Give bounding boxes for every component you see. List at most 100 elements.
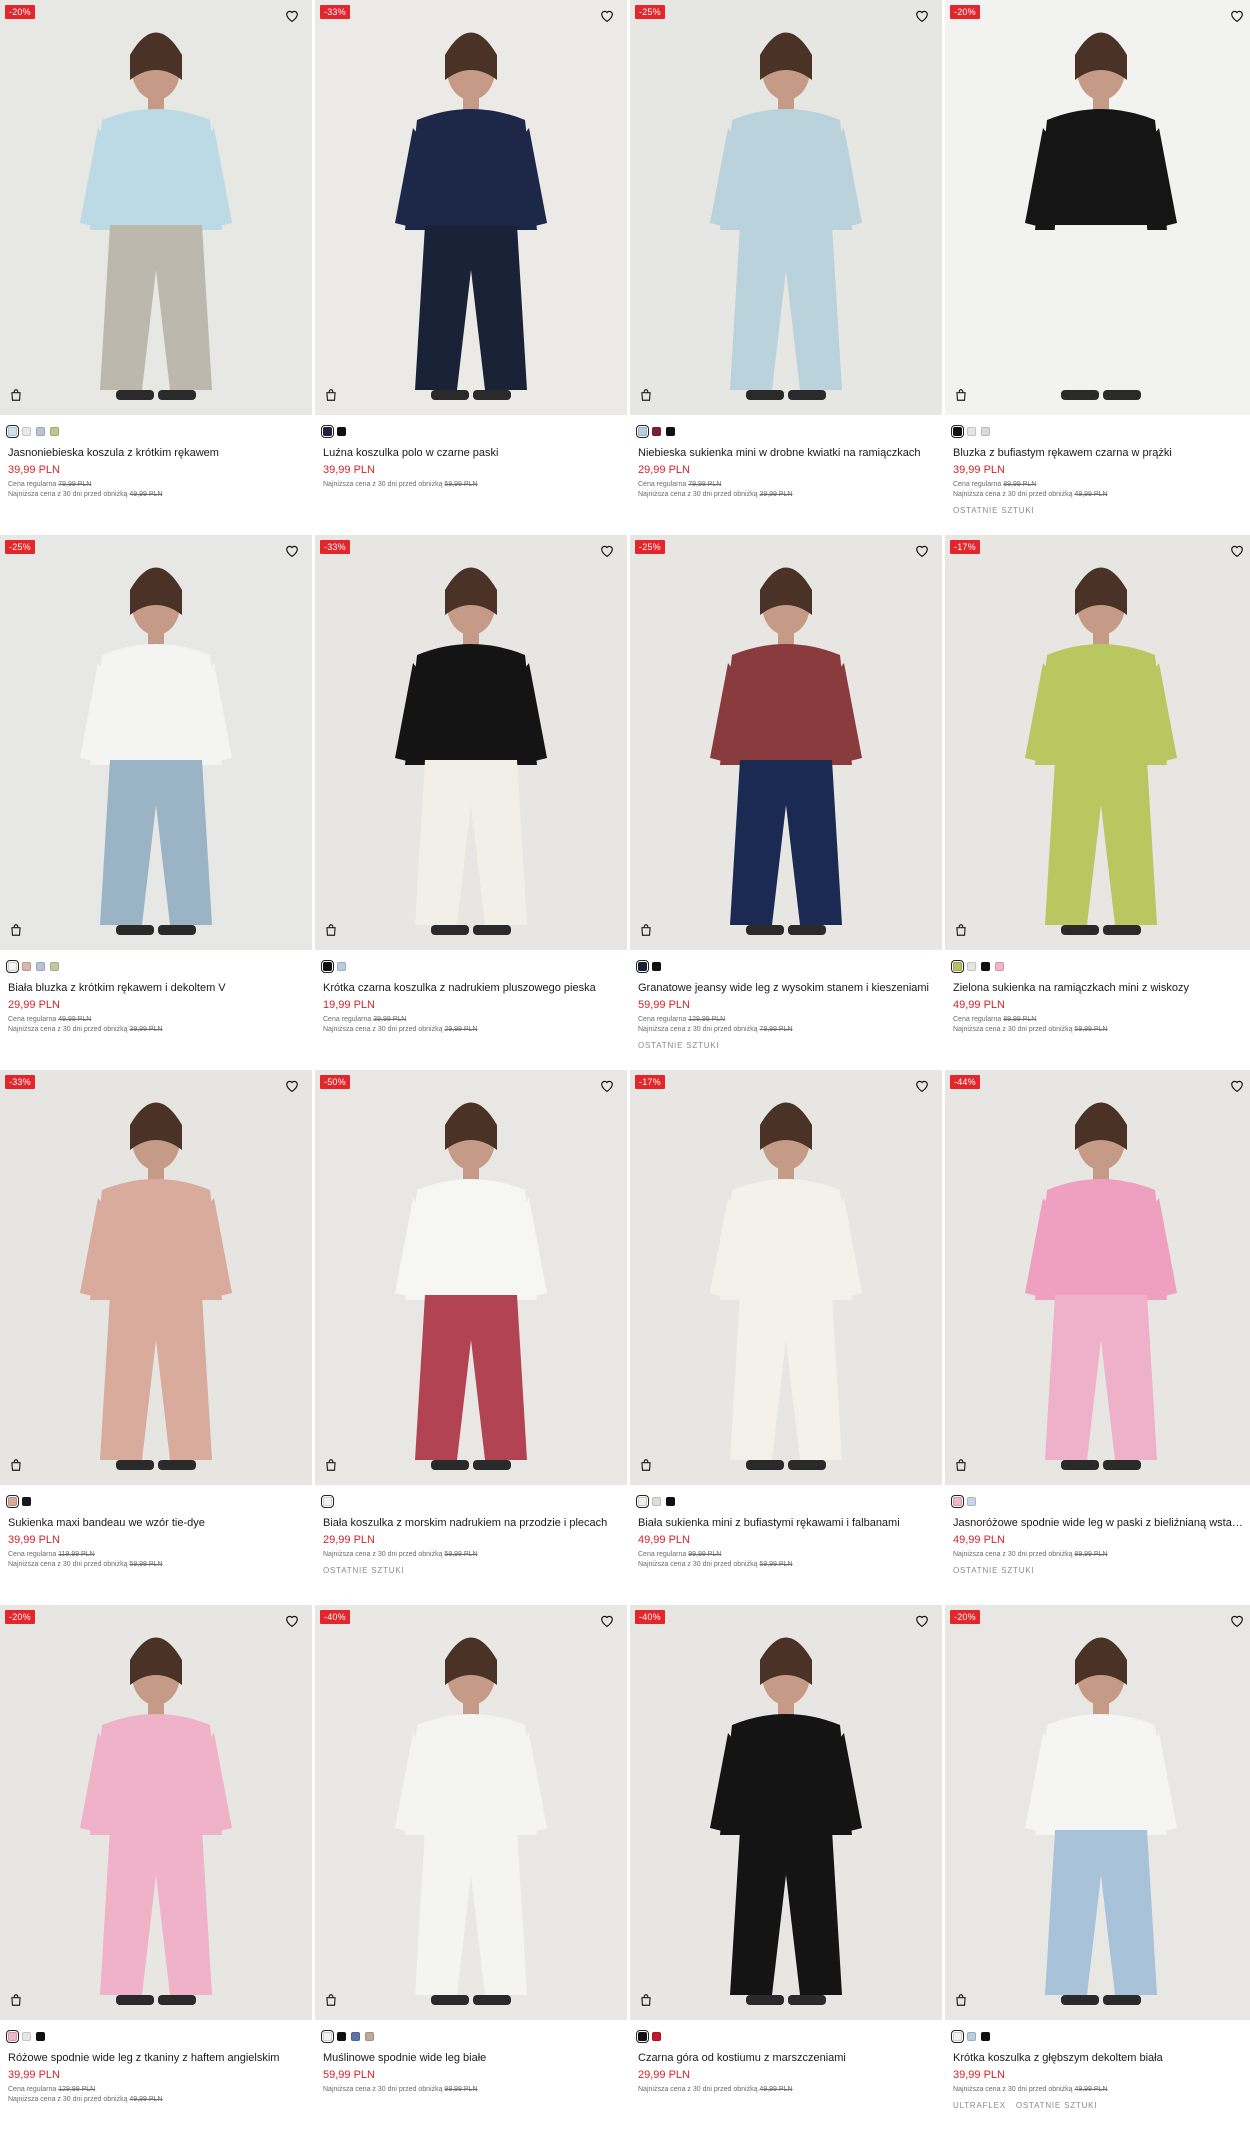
product-card[interactable]: -40% Czarna góra od kostiumu z marszczen… — [630, 1605, 942, 2140]
product-card[interactable]: -20% Różowe spodnie wide leg z tkaniny z… — [0, 1605, 312, 2140]
shopping-bag-icon[interactable] — [954, 923, 972, 941]
shopping-bag-icon[interactable] — [9, 1458, 27, 1476]
shopping-bag-icon[interactable] — [954, 388, 972, 406]
shopping-bag-icon[interactable] — [954, 1458, 972, 1476]
product-image[interactable]: -20% — [0, 0, 312, 415]
product-card[interactable]: -20% Bluzka z bufiastym rękawem czarna w… — [945, 0, 1250, 535]
color-swatch[interactable] — [666, 426, 675, 436]
color-swatch[interactable] — [6, 959, 19, 973]
product-name[interactable]: Sukienka maxi bandeau we wzór tie-dye — [8, 1516, 304, 1530]
shopping-bag-icon[interactable] — [9, 923, 27, 941]
product-name[interactable]: Różowe spodnie wide leg z tkaniny z haft… — [8, 2051, 304, 2065]
shopping-bag-icon[interactable] — [324, 923, 342, 941]
heart-icon[interactable] — [915, 1614, 933, 1632]
color-swatch[interactable] — [6, 2029, 19, 2043]
color-swatch[interactable] — [652, 426, 661, 436]
product-card[interactable]: -50% Biała koszulka z morskim nadrukiem … — [315, 1070, 627, 1605]
product-name[interactable]: Biała bluzka z krótkim rękawem i dekolte… — [8, 981, 304, 995]
product-card[interactable]: -44% Jasnoróżowe spodnie wide leg w pask… — [945, 1070, 1250, 1605]
product-card[interactable]: -33% Krótka czarna koszulka z nadrukiem … — [315, 535, 627, 1070]
heart-icon[interactable] — [1230, 544, 1248, 562]
heart-icon[interactable] — [285, 1079, 303, 1097]
color-swatch[interactable] — [22, 2031, 31, 2041]
color-swatch[interactable] — [636, 424, 649, 438]
product-card[interactable]: -25% Niebieska sukienka mini w drobne kw… — [630, 0, 942, 535]
product-card[interactable]: -33% Sukienka maxi bandeau we wzór tie-d… — [0, 1070, 312, 1605]
color-swatch[interactable] — [967, 2031, 976, 2041]
color-swatch[interactable] — [22, 961, 31, 971]
color-swatch[interactable] — [337, 2031, 346, 2041]
color-swatch[interactable] — [951, 424, 964, 438]
color-swatch[interactable] — [36, 961, 45, 971]
color-swatch[interactable] — [351, 2031, 360, 2041]
product-image[interactable]: -17% — [945, 535, 1250, 950]
product-card[interactable]: -17% Zielona sukienka na ramiączkach min… — [945, 535, 1250, 1070]
heart-icon[interactable] — [600, 544, 618, 562]
heart-icon[interactable] — [915, 544, 933, 562]
color-swatch[interactable] — [995, 961, 1004, 971]
product-name[interactable]: Biała sukienka mini z bufiastymi rękawam… — [638, 1516, 934, 1530]
shopping-bag-icon[interactable] — [639, 923, 657, 941]
color-swatch[interactable] — [951, 2029, 964, 2043]
color-swatch[interactable] — [967, 961, 976, 971]
product-card[interactable]: -40% Muślinowe spodnie wide leg białe 59… — [315, 1605, 627, 2140]
product-name[interactable]: Krótka czarna koszulka z nadrukiem plusz… — [323, 981, 619, 995]
product-card[interactable]: -20% Jasnoniebieska koszula z krótkim rę… — [0, 0, 312, 535]
heart-icon[interactable] — [1230, 1614, 1248, 1632]
shopping-bag-icon[interactable] — [324, 1458, 342, 1476]
product-name[interactable]: Jasnoróżowe spodnie wide leg w paski z b… — [953, 1516, 1249, 1530]
color-swatch[interactable] — [636, 959, 649, 973]
product-image[interactable]: -25% — [0, 535, 312, 950]
color-swatch[interactable] — [981, 2031, 990, 2041]
color-swatch[interactable] — [321, 959, 334, 973]
product-card[interactable]: -20% Krótka koszulka z głębszym dekoltem… — [945, 1605, 1250, 2140]
heart-icon[interactable] — [600, 1614, 618, 1632]
heart-icon[interactable] — [600, 9, 618, 27]
product-name[interactable]: Zielona sukienka na ramiączkach mini z w… — [953, 981, 1249, 995]
heart-icon[interactable] — [1230, 1079, 1248, 1097]
product-card[interactable]: -25% Biała bluzka z krótkim rękawem i de… — [0, 535, 312, 1070]
color-swatch[interactable] — [951, 959, 964, 973]
product-image[interactable]: -33% — [315, 0, 627, 415]
product-name[interactable]: Czarna góra od kostiumu z marszczeniami — [638, 2051, 934, 2065]
color-swatch[interactable] — [652, 1496, 661, 1506]
color-swatch[interactable] — [951, 1494, 964, 1508]
product-name[interactable]: Bluzka z bufiastym rękawem czarna w prąż… — [953, 446, 1249, 460]
color-swatch[interactable] — [981, 426, 990, 436]
product-image[interactable]: -25% — [630, 0, 942, 415]
product-name[interactable]: Muślinowe spodnie wide leg białe — [323, 2051, 619, 2065]
heart-icon[interactable] — [1230, 9, 1248, 27]
color-swatch[interactable] — [337, 961, 346, 971]
color-swatch[interactable] — [22, 426, 31, 436]
color-swatch[interactable] — [36, 426, 45, 436]
product-name[interactable]: Niebieska sukienka mini w drobne kwiatki… — [638, 446, 934, 460]
shopping-bag-icon[interactable] — [639, 1458, 657, 1476]
color-swatch[interactable] — [666, 1496, 675, 1506]
color-swatch[interactable] — [337, 426, 346, 436]
product-image[interactable]: -33% — [315, 535, 627, 950]
product-image[interactable]: -50% — [315, 1070, 627, 1485]
color-swatch[interactable] — [652, 961, 661, 971]
color-swatch[interactable] — [321, 2029, 334, 2043]
product-image[interactable]: -44% — [945, 1070, 1250, 1485]
product-card[interactable]: -25% Granatowe jeansy wide leg z wysokim… — [630, 535, 942, 1070]
color-swatch[interactable] — [6, 1494, 19, 1508]
color-swatch[interactable] — [967, 1496, 976, 1506]
color-swatch[interactable] — [6, 424, 19, 438]
shopping-bag-icon[interactable] — [954, 1993, 972, 2011]
product-name[interactable]: Granatowe jeansy wide leg z wysokim stan… — [638, 981, 934, 995]
heart-icon[interactable] — [600, 1079, 618, 1097]
color-swatch[interactable] — [636, 1494, 649, 1508]
color-swatch[interactable] — [36, 2031, 45, 2041]
color-swatch[interactable] — [981, 961, 990, 971]
product-image[interactable]: -40% — [315, 1605, 627, 2020]
heart-icon[interactable] — [285, 544, 303, 562]
product-image[interactable]: -25% — [630, 535, 942, 950]
product-image[interactable]: -20% — [0, 1605, 312, 2020]
product-image[interactable]: -20% — [945, 0, 1250, 415]
product-image[interactable]: -40% — [630, 1605, 942, 2020]
heart-icon[interactable] — [915, 1079, 933, 1097]
shopping-bag-icon[interactable] — [324, 1993, 342, 2011]
product-image[interactable]: -20% — [945, 1605, 1250, 2020]
heart-icon[interactable] — [915, 9, 933, 27]
